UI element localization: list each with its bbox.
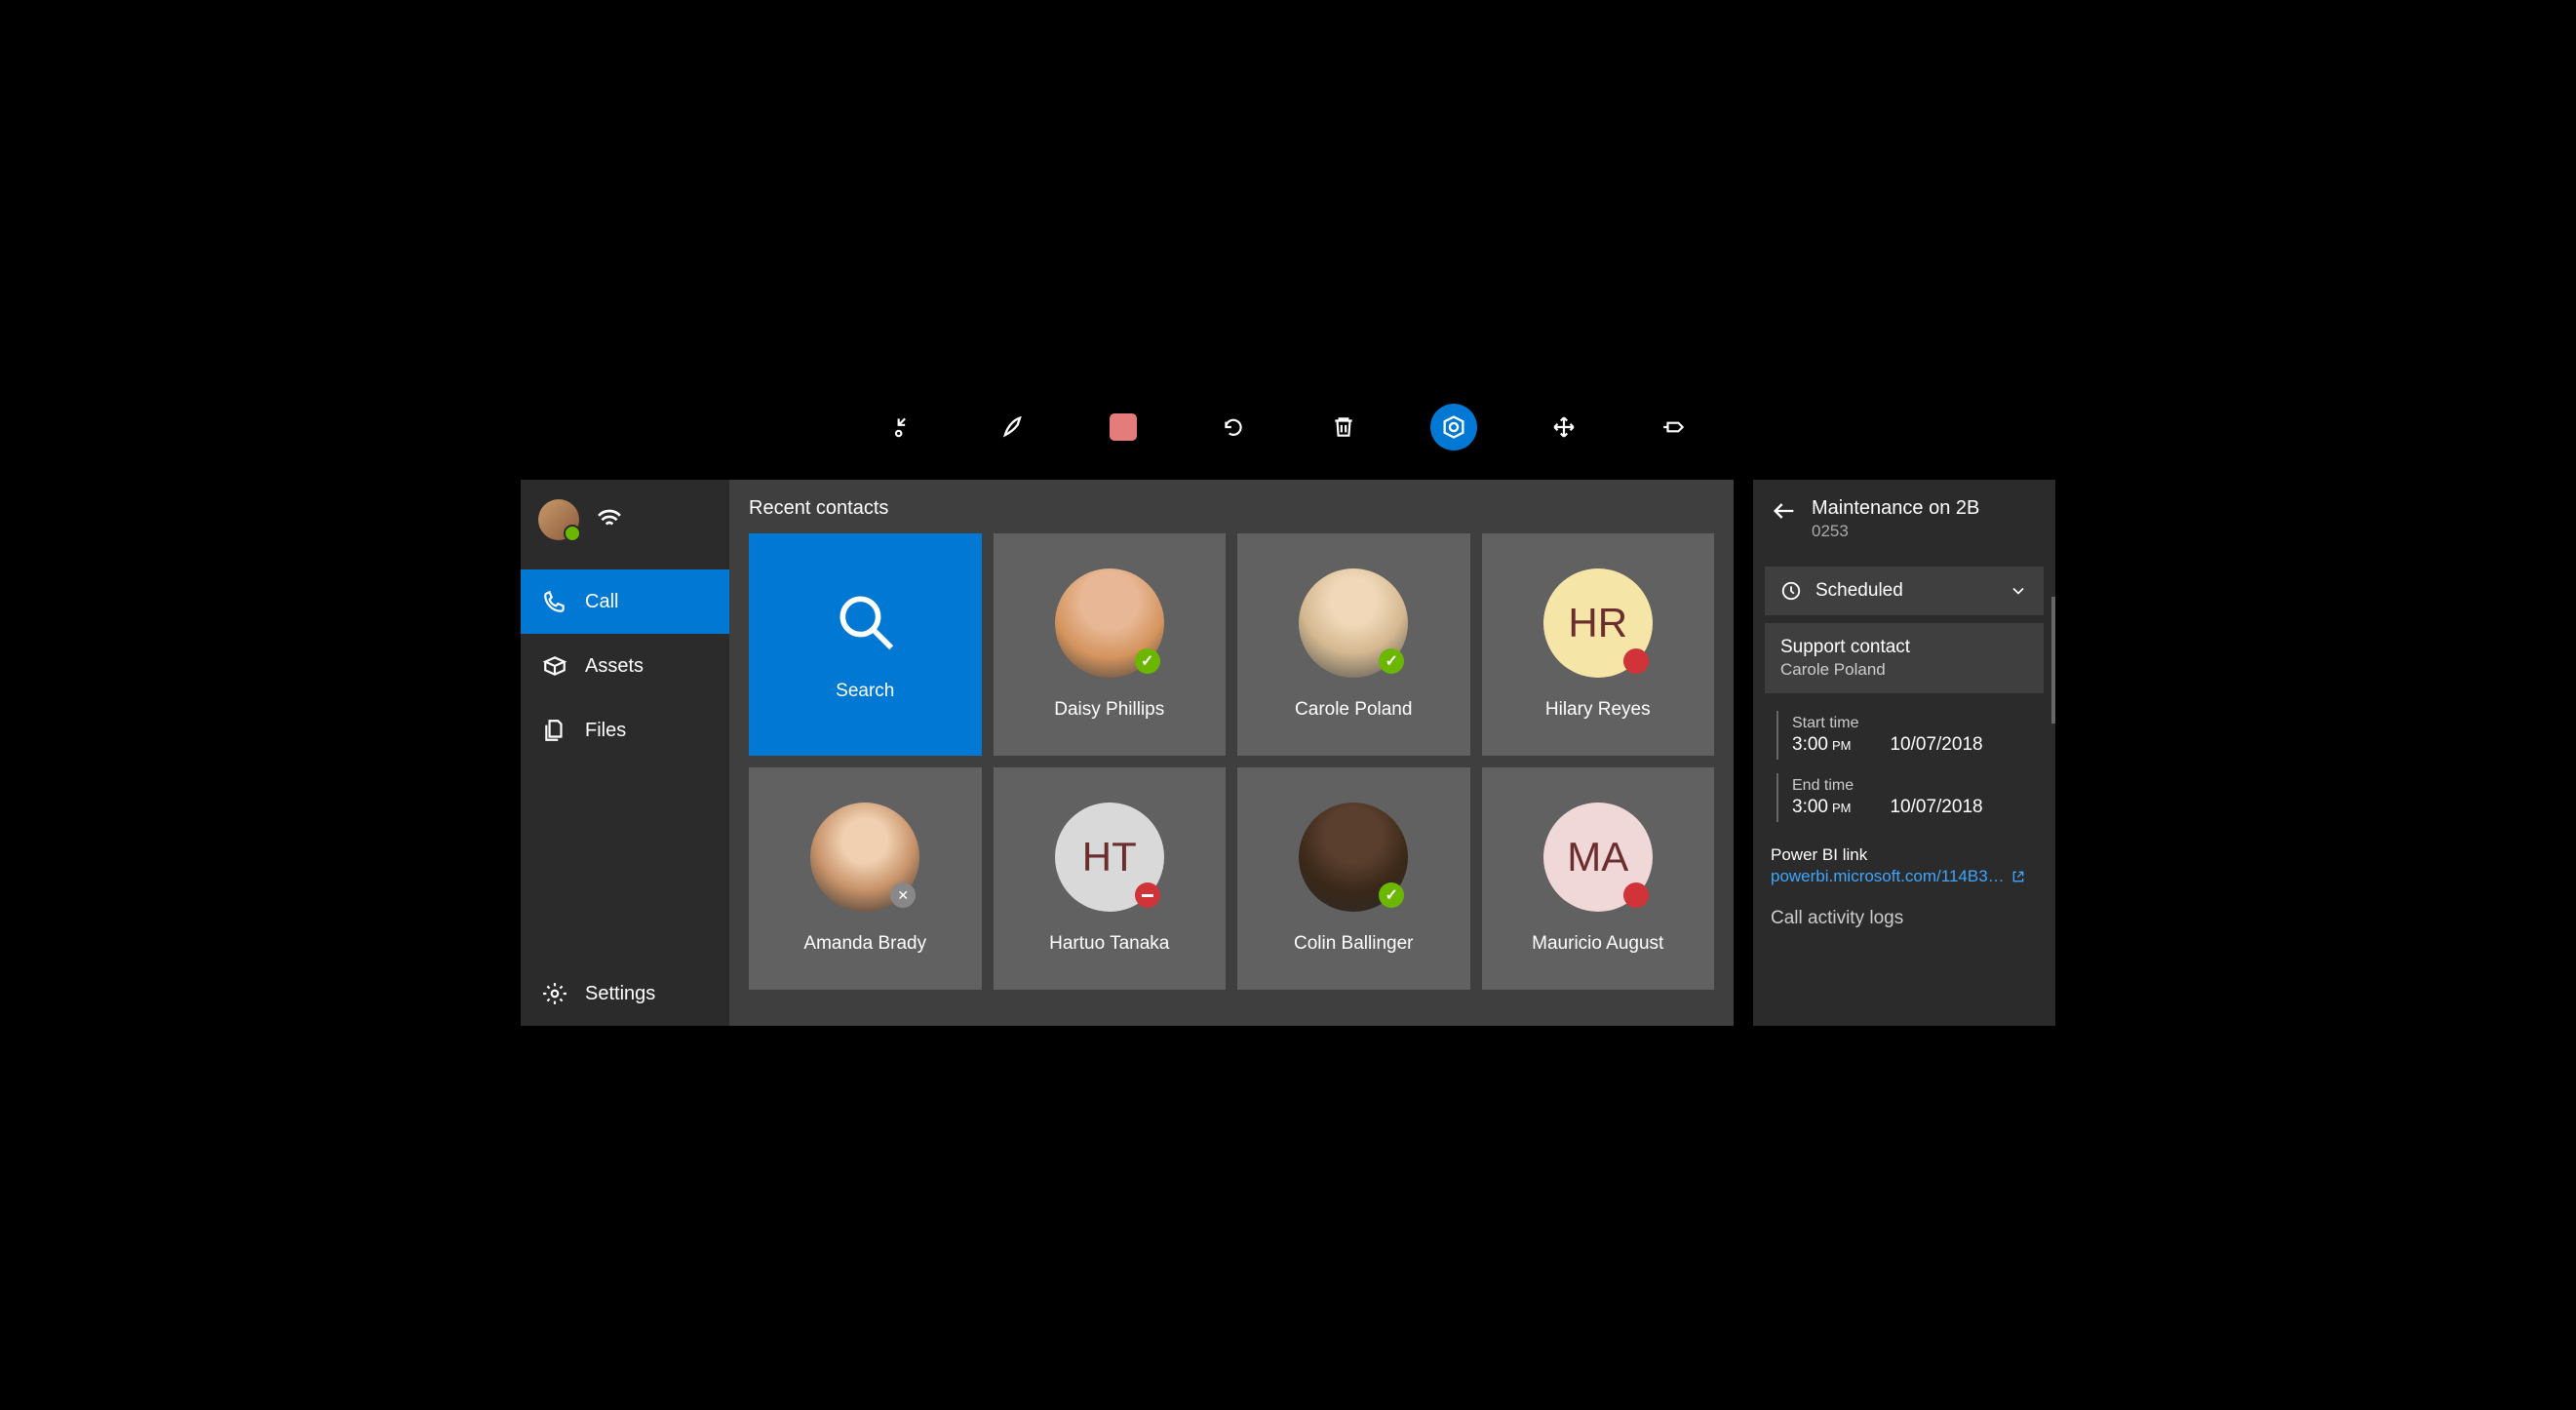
contact-avatar: MA bbox=[1543, 803, 1653, 912]
pen-tool[interactable] bbox=[990, 404, 1036, 450]
contact-tile[interactable]: Colin Ballinger bbox=[1237, 767, 1470, 990]
back-button[interactable] bbox=[1771, 497, 1798, 529]
search-tile[interactable]: Search bbox=[749, 533, 982, 756]
contact-avatar: HR bbox=[1543, 568, 1653, 678]
external-link-icon bbox=[2010, 869, 2026, 884]
contact-name: Carole Poland bbox=[1295, 699, 1412, 721]
sidebar-item-assets[interactable]: Assets bbox=[521, 634, 729, 698]
contacts-panel: Recent contacts Search Daisy Phillips Ca… bbox=[729, 480, 1734, 1026]
contact-name: Amanda Brady bbox=[803, 933, 926, 955]
app-window: Call Assets Files Settings Recent contac… bbox=[521, 480, 2055, 1026]
contact-tile[interactable]: Daisy Phillips bbox=[994, 533, 1227, 756]
start-time-entry: Start time 3:00PM 10/07/2018 bbox=[1776, 711, 2032, 760]
status-label: Scheduled bbox=[1815, 580, 1903, 602]
contact-avatar bbox=[1299, 803, 1408, 912]
undo-tool[interactable] bbox=[1210, 404, 1257, 450]
pin-tool[interactable] bbox=[1651, 404, 1698, 450]
delete-tool[interactable] bbox=[1320, 404, 1367, 450]
search-label: Search bbox=[836, 681, 894, 702]
status-badge-offline bbox=[890, 882, 916, 908]
sidebar-item-settings[interactable]: Settings bbox=[521, 961, 729, 1026]
powerbi-link-block: Power BI link powerbi.microsoft.com/114B… bbox=[1753, 836, 2055, 886]
status-badge-online bbox=[1379, 882, 1404, 908]
contact-name: Hartuo Tanaka bbox=[1049, 933, 1169, 955]
activity-logs-heading: Call activity logs bbox=[1753, 886, 2055, 929]
contact-tile[interactable]: Amanda Brady bbox=[749, 767, 982, 990]
toolbar bbox=[521, 384, 2055, 480]
support-label: Support contact bbox=[1780, 637, 1910, 657]
contact-name: Colin Ballinger bbox=[1294, 933, 1414, 955]
status-dropdown[interactable]: Scheduled bbox=[1765, 567, 2044, 615]
contact-tile[interactable]: HT Hartuo Tanaka bbox=[994, 767, 1227, 990]
sidebar: Call Assets Files Settings bbox=[521, 480, 729, 1026]
stop-tool[interactable] bbox=[1100, 404, 1147, 450]
move-tool[interactable] bbox=[1541, 404, 1587, 450]
sidebar-item-call[interactable]: Call bbox=[521, 569, 729, 634]
contact-tile[interactable]: MA Mauricio August bbox=[1482, 767, 1715, 990]
contact-avatar bbox=[1055, 568, 1164, 678]
contact-avatar bbox=[810, 803, 919, 912]
user-avatar[interactable] bbox=[538, 499, 579, 540]
contact-avatar: HT bbox=[1055, 803, 1164, 912]
status-badge-online bbox=[1135, 648, 1160, 674]
status-badge-busy bbox=[1623, 882, 1649, 908]
contacts-heading: Recent contacts bbox=[749, 497, 1714, 520]
status-badge-busy bbox=[1623, 648, 1649, 674]
support-contact-row[interactable]: Support contact Carole Poland bbox=[1765, 623, 2044, 693]
app-tool[interactable] bbox=[1430, 404, 1477, 450]
nav-label: Files bbox=[585, 720, 626, 742]
status-badge-dnd bbox=[1135, 882, 1160, 908]
sidebar-item-files[interactable]: Files bbox=[521, 698, 729, 763]
contact-name: Hilary Reyes bbox=[1545, 699, 1651, 721]
contact-avatar bbox=[1299, 568, 1408, 678]
chevron-down-icon bbox=[2009, 581, 2028, 601]
nav-label: Settings bbox=[585, 983, 655, 1005]
wifi-icon bbox=[597, 507, 622, 533]
nav-label: Assets bbox=[585, 655, 644, 678]
collapse-tool[interactable] bbox=[879, 404, 926, 450]
nav-label: Call bbox=[585, 591, 618, 613]
contact-name: Mauricio August bbox=[1532, 933, 1663, 955]
contact-name: Daisy Phillips bbox=[1054, 699, 1164, 721]
contacts-grid: Search Daisy Phillips Carole Poland HR H… bbox=[749, 533, 1714, 990]
end-time-entry: End time 3:00PM 10/07/2018 bbox=[1776, 773, 2032, 822]
contact-tile[interactable]: Carole Poland bbox=[1237, 533, 1470, 756]
contact-tile[interactable]: HR Hilary Reyes bbox=[1482, 533, 1715, 756]
powerbi-link[interactable]: powerbi.microsoft.com/114B3… bbox=[1771, 867, 2026, 886]
support-value: Carole Poland bbox=[1780, 660, 2028, 680]
status-badge-online bbox=[1379, 648, 1404, 674]
details-panel: Maintenance on 2B 0253 Scheduled Support… bbox=[1753, 480, 2055, 1026]
details-subtitle: 0253 bbox=[1812, 522, 1979, 541]
details-title: Maintenance on 2B bbox=[1812, 497, 1979, 520]
search-icon bbox=[832, 588, 898, 659]
